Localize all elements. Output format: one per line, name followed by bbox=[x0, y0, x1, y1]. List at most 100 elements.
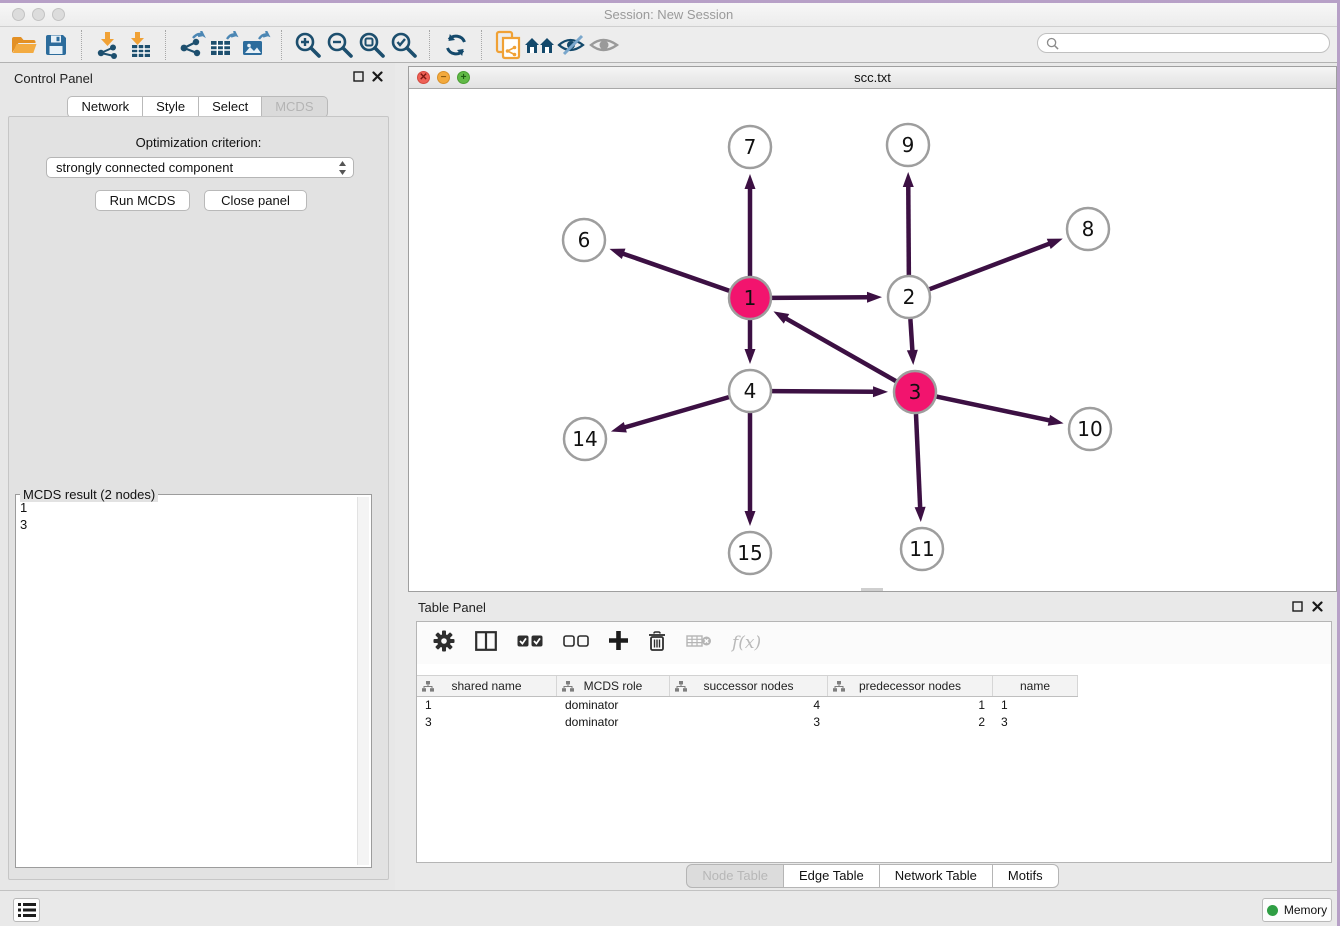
zoom-selected-icon[interactable] bbox=[388, 30, 420, 60]
columns-icon[interactable] bbox=[475, 631, 497, 656]
table-cell[interactable]: 1 bbox=[417, 698, 557, 712]
search-input[interactable] bbox=[1037, 33, 1330, 53]
node-label-15: 15 bbox=[737, 541, 762, 565]
tab-mcds[interactable]: MCDS bbox=[262, 96, 327, 118]
arrowhead-3-1 bbox=[773, 311, 789, 323]
zoom-out-icon[interactable] bbox=[324, 30, 356, 60]
edge-3-1[interactable] bbox=[785, 318, 896, 381]
tab-network[interactable]: Network bbox=[67, 96, 143, 118]
deselect-all-icon[interactable] bbox=[563, 634, 589, 652]
export-network-icon[interactable] bbox=[176, 30, 208, 60]
tab-edge-table[interactable]: Edge Table bbox=[784, 864, 880, 888]
hide-selected-icon[interactable] bbox=[556, 30, 588, 60]
float-panel-icon[interactable] bbox=[353, 71, 364, 82]
toolbar-separator bbox=[281, 30, 283, 60]
tab-select[interactable]: Select bbox=[199, 96, 262, 118]
import-table-icon[interactable] bbox=[124, 30, 156, 60]
arrowhead-1-2 bbox=[867, 292, 882, 303]
table-cell[interactable]: 3 bbox=[993, 715, 1078, 729]
close-panel-button[interactable]: Close panel bbox=[204, 190, 307, 211]
table-toolbar: f(x) bbox=[417, 622, 1331, 664]
list-icon bbox=[18, 902, 36, 918]
edge-1-6[interactable] bbox=[622, 253, 729, 291]
memory-button[interactable]: Memory bbox=[1262, 898, 1332, 922]
tab-node-table[interactable]: Node Table bbox=[686, 864, 784, 888]
node-label-3: 3 bbox=[909, 380, 922, 404]
control-panel: Control Panel Network Style Select MCDS … bbox=[0, 63, 395, 890]
network-canvas[interactable]: 7968124314101511 bbox=[409, 89, 1336, 591]
close-panel-icon[interactable] bbox=[372, 71, 383, 82]
column-header-successor-nodes[interactable]: successor nodes bbox=[670, 676, 828, 696]
close-table-panel-icon[interactable] bbox=[1312, 601, 1323, 612]
edge-4-14[interactable] bbox=[623, 397, 728, 428]
float-table-panel-icon[interactable] bbox=[1292, 601, 1303, 612]
arrowhead-4-14 bbox=[611, 422, 627, 433]
table-row[interactable]: 1dominator411 bbox=[417, 696, 1331, 713]
import-network-icon[interactable] bbox=[92, 30, 124, 60]
criterion-select[interactable]: strongly connected component bbox=[46, 157, 354, 178]
save-session-icon[interactable] bbox=[40, 30, 72, 60]
memory-status-icon bbox=[1267, 905, 1278, 916]
memory-label: Memory bbox=[1284, 903, 1327, 917]
control-panel-tabbar: Network Style Select MCDS bbox=[0, 96, 395, 118]
table-panel-title: Table Panel bbox=[418, 600, 486, 615]
mcds-result-list[interactable]: 1 3 bbox=[20, 499, 355, 863]
gear-icon[interactable] bbox=[433, 630, 455, 657]
column-header-MCDS-role[interactable]: MCDS role bbox=[557, 676, 670, 696]
toolbar-separator bbox=[165, 30, 167, 60]
show-log-button[interactable] bbox=[13, 898, 40, 922]
network-view-window: ✕ − + scc.txt 7968124314101511 bbox=[408, 66, 1337, 592]
edge-3-10[interactable] bbox=[937, 397, 1051, 421]
table-header-row: shared nameMCDS rolesuccessor nodesprede… bbox=[417, 675, 1078, 697]
select-all-icon[interactable] bbox=[517, 634, 543, 652]
node-label-8: 8 bbox=[1082, 217, 1095, 241]
edge-3-11[interactable] bbox=[916, 414, 920, 509]
zoom-in-icon[interactable] bbox=[292, 30, 324, 60]
table-row[interactable]: 3dominator323 bbox=[417, 713, 1331, 730]
node-label-1: 1 bbox=[744, 286, 757, 310]
edge-4-3[interactable] bbox=[772, 391, 875, 392]
refresh-icon[interactable] bbox=[440, 30, 472, 60]
table-body: 1dominator4113dominator323 bbox=[417, 696, 1331, 730]
edge-2-3[interactable] bbox=[910, 319, 912, 352]
node-label-9: 9 bbox=[902, 133, 915, 157]
export-image-icon[interactable] bbox=[240, 30, 272, 60]
first-neighbors-icon[interactable] bbox=[524, 30, 556, 60]
tab-style[interactable]: Style bbox=[143, 96, 199, 118]
column-header-shared-name[interactable]: shared name bbox=[417, 676, 557, 696]
run-mcds-button[interactable]: Run MCDS bbox=[95, 190, 190, 211]
network-window-titlebar[interactable]: ✕ − + scc.txt bbox=[409, 67, 1336, 89]
node-label-14: 14 bbox=[572, 427, 597, 451]
table-cell[interactable]: dominator bbox=[557, 698, 670, 712]
tab-motifs[interactable]: Motifs bbox=[993, 864, 1059, 888]
column-header-predecessor-nodes[interactable]: predecessor nodes bbox=[828, 676, 993, 696]
export-table-icon[interactable] bbox=[208, 30, 240, 60]
table-cell[interactable]: dominator bbox=[557, 715, 670, 729]
table-cell[interactable]: 3 bbox=[670, 715, 828, 729]
table-panel: Table Panel bbox=[408, 595, 1337, 890]
network-graph: 7968124314101511 bbox=[409, 89, 1336, 591]
delete-icon[interactable] bbox=[648, 631, 666, 656]
canvas-scroll-nub[interactable] bbox=[861, 588, 883, 591]
node-label-11: 11 bbox=[909, 537, 934, 561]
table-cell[interactable]: 1 bbox=[993, 698, 1078, 712]
zoom-fit-icon[interactable] bbox=[356, 30, 388, 60]
edge-2-8[interactable] bbox=[930, 243, 1051, 289]
node-label-6: 6 bbox=[578, 228, 591, 252]
show-all-icon bbox=[588, 30, 620, 60]
table-cell[interactable]: 4 bbox=[670, 698, 828, 712]
mcds-result-box: MCDS result (2 nodes) 1 3 bbox=[15, 494, 372, 868]
edge-2-9[interactable] bbox=[908, 185, 909, 275]
table-cell[interactable]: 3 bbox=[417, 715, 557, 729]
add-icon[interactable] bbox=[609, 631, 628, 655]
open-session-icon[interactable] bbox=[8, 30, 40, 60]
arrowhead-4-3 bbox=[873, 386, 888, 397]
node-label-10: 10 bbox=[1077, 417, 1102, 441]
table-cell[interactable]: 1 bbox=[828, 698, 993, 712]
tab-network-table[interactable]: Network Table bbox=[880, 864, 993, 888]
table-cell[interactable]: 2 bbox=[828, 715, 993, 729]
result-scrollbar[interactable] bbox=[357, 497, 369, 865]
column-header-name[interactable]: name bbox=[993, 676, 1078, 696]
duplicate-network-icon[interactable] bbox=[492, 30, 524, 60]
edge-1-2[interactable] bbox=[772, 297, 869, 298]
